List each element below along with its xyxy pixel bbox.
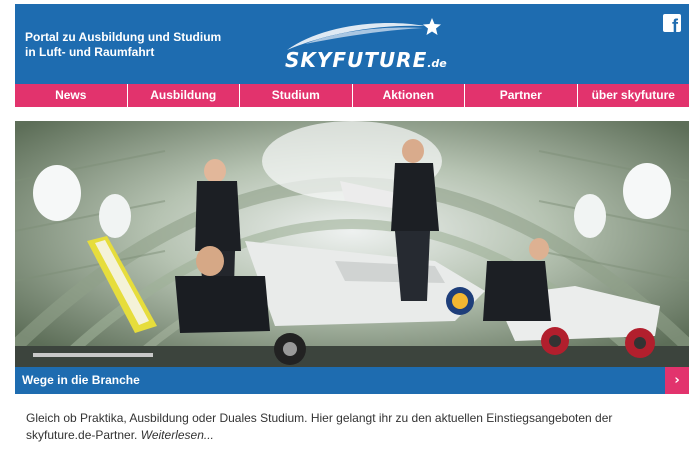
logo-wordmark: SKYFUTURE.de [285,48,447,72]
feature-teaser: Gleich ob Praktika, Ausbildung oder Dual… [26,410,676,444]
site-tagline: Portal zu Ausbildung und Studium in Luft… [25,30,221,60]
site-header: Portal zu Ausbildung und Studium in Luft… [15,4,689,84]
facebook-glyph: f [672,16,678,32]
read-more-link[interactable]: Weiterlesen... [141,428,214,442]
main-navigation: News Ausbildung Studium Aktionen Partner… [15,84,689,107]
hero-image[interactable] [15,121,689,367]
nav-item-aktionen[interactable]: Aktionen [353,84,465,107]
nav-item-ausbildung[interactable]: Ausbildung [128,84,240,107]
nav-item-partner[interactable]: Partner [465,84,578,107]
facebook-icon[interactable]: f [663,14,681,32]
hero-photo-illustration [15,121,689,367]
tagline-line-1: Portal zu Ausbildung und Studium [25,30,222,44]
nav-item-studium[interactable]: Studium [240,84,353,107]
feature-title: Wege in die Branche [22,373,140,387]
logo-wordmark-text: SKYFUTURE [285,48,428,72]
tagline-line-2: in Luft- und Raumfahrt [25,45,155,59]
skyfuture-logo[interactable]: SKYFUTURE.de [265,14,450,76]
logo-suffix: .de [427,57,447,70]
nav-item-ueber-skyfuture[interactable]: über skyfuture [578,84,690,107]
nav-item-news[interactable]: News [15,84,128,107]
feature-teaser-text: Gleich ob Praktika, Ausbildung oder Dual… [26,411,613,442]
feature-title-bar[interactable]: Wege in die Branche › [15,367,689,394]
chevron-right-icon[interactable]: › [665,367,689,394]
